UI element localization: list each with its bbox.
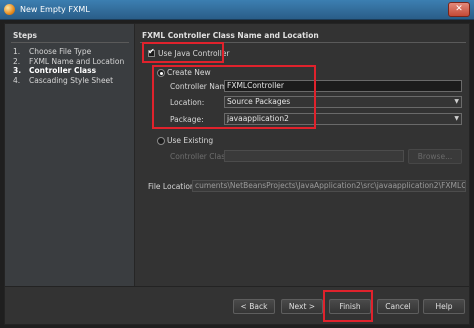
back-button[interactable]: < Back [233, 299, 275, 314]
title-bar: New Empty FXML ✕ [0, 0, 474, 20]
step-label: FXML Name and Location [29, 56, 125, 66]
steps-divider [11, 42, 129, 43]
file-location-field: cuments\NetBeansProjects\JavaApplication… [192, 180, 466, 192]
step-label: Choose File Type [29, 47, 92, 56]
steps-panel: Steps 1. Choose File Type 2. FXML Name and… [5, 24, 135, 286]
create-new-radio[interactable] [157, 69, 165, 77]
use-existing-label[interactable]: Use Existing [167, 136, 213, 145]
use-java-controller-label[interactable]: Use Java Controller [158, 49, 230, 58]
browse-button[interactable]: Browse... [408, 149, 462, 164]
package-label: Package: [170, 115, 204, 124]
cancel-button[interactable]: Cancel [377, 299, 419, 314]
controller-class-panel: FXML Controller Class Name and Location … [136, 24, 469, 286]
next-button[interactable]: Next > [281, 299, 323, 314]
step-number: 2. [13, 56, 21, 66]
controller-class-input[interactable] [224, 150, 404, 162]
close-window-button[interactable]: ✕ [448, 2, 470, 17]
location-select[interactable]: Source Packages [224, 96, 462, 108]
step-number: 1. [13, 47, 21, 56]
create-new-label[interactable]: Create New [167, 68, 211, 77]
file-location-label: File Location: [148, 182, 198, 191]
panel-heading: FXML Controller Class Name and Location [142, 31, 319, 40]
button-bar: < Back Next > Finish Cancel Help [5, 287, 469, 324]
step-label: Cascading Style Sheet [29, 75, 114, 85]
steps-list: 1. Choose File Type 2. FXML Name and Locat… [13, 47, 124, 85]
step-item: 4. Cascading Style Sheet [13, 76, 124, 86]
step-item: 1. Choose File Type [13, 47, 124, 57]
finish-button[interactable]: Finish [329, 299, 371, 314]
controller-class-label: Controller Class: [170, 152, 232, 161]
panel-divider [140, 42, 466, 43]
step-label: Controller Class [29, 66, 97, 75]
steps-heading: Steps [13, 31, 37, 40]
step-number: 3. [13, 66, 22, 75]
location-label: Location: [170, 98, 205, 107]
step-item-current: 3. Controller Class [13, 66, 124, 76]
help-button[interactable]: Help [423, 299, 465, 314]
step-number: 4. [13, 75, 21, 85]
window-title: New Empty FXML [20, 5, 90, 14]
wizard-dialog: Steps 1. Choose File Type 2. FXML Name and… [4, 23, 470, 325]
step-item: 2. FXML Name and Location [13, 57, 124, 67]
package-select[interactable]: javaapplication2 [224, 113, 462, 125]
use-java-controller-checkbox[interactable] [148, 47, 155, 57]
controller-name-input[interactable]: FXMLController [224, 80, 462, 92]
netbeans-app-icon [4, 4, 15, 15]
use-existing-radio[interactable] [157, 137, 165, 145]
